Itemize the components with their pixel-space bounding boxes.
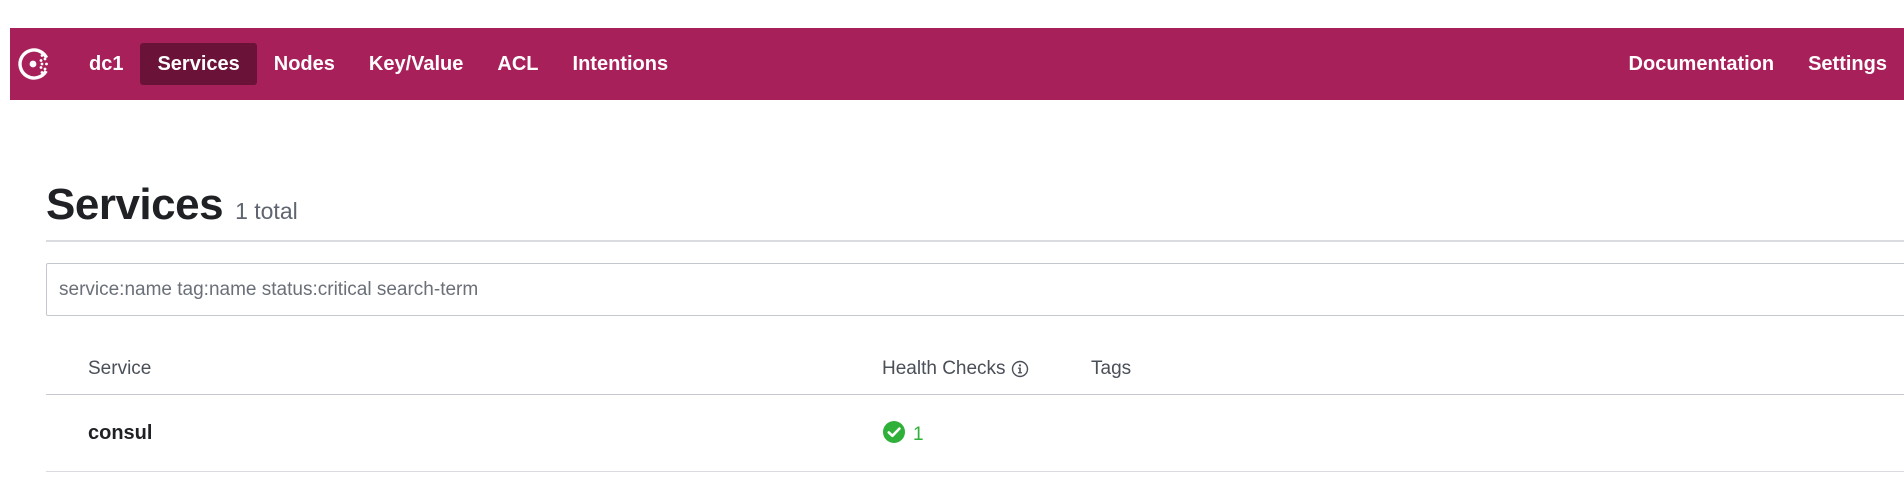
column-header-health-label: Health Checks: [882, 358, 1006, 379]
header-divider: [46, 240, 1904, 242]
passing-count: 1: [913, 423, 924, 445]
table-row[interactable]: consul 1: [46, 396, 1904, 472]
service-count: 1 total: [235, 198, 298, 224]
health-check-status: 1: [882, 420, 924, 449]
page-title: Services: [46, 180, 224, 229]
column-header-tags: Tags: [1091, 358, 1132, 379]
nav-right-group: Documentation Settings: [1612, 43, 1904, 85]
info-icon[interactable]: [1011, 360, 1029, 378]
nav-services[interactable]: Services: [140, 43, 257, 85]
search-input[interactable]: [46, 263, 1904, 316]
nav-key-value[interactable]: Key/Value: [352, 43, 481, 85]
service-name-link[interactable]: consul: [88, 422, 152, 445]
top-navigation: dc1 Services Nodes Key/Value ACL Intenti…: [10, 28, 1904, 100]
column-header-service: Service: [88, 358, 152, 379]
nav-nodes[interactable]: Nodes: [257, 43, 352, 85]
consul-logo-icon[interactable]: [12, 40, 60, 88]
check-circle-icon: [882, 420, 906, 449]
nav-acl[interactable]: ACL: [480, 43, 555, 85]
column-header-health-checks: Health Checks: [882, 358, 1029, 380]
page-header: Services 1 total: [46, 180, 298, 230]
table-header: Service Health Checks Tags: [46, 350, 1904, 395]
nav-settings[interactable]: Settings: [1791, 43, 1904, 85]
nav-documentation[interactable]: Documentation: [1612, 43, 1792, 85]
nav-intentions[interactable]: Intentions: [556, 43, 686, 85]
datacenter-selector[interactable]: dc1: [72, 43, 140, 85]
